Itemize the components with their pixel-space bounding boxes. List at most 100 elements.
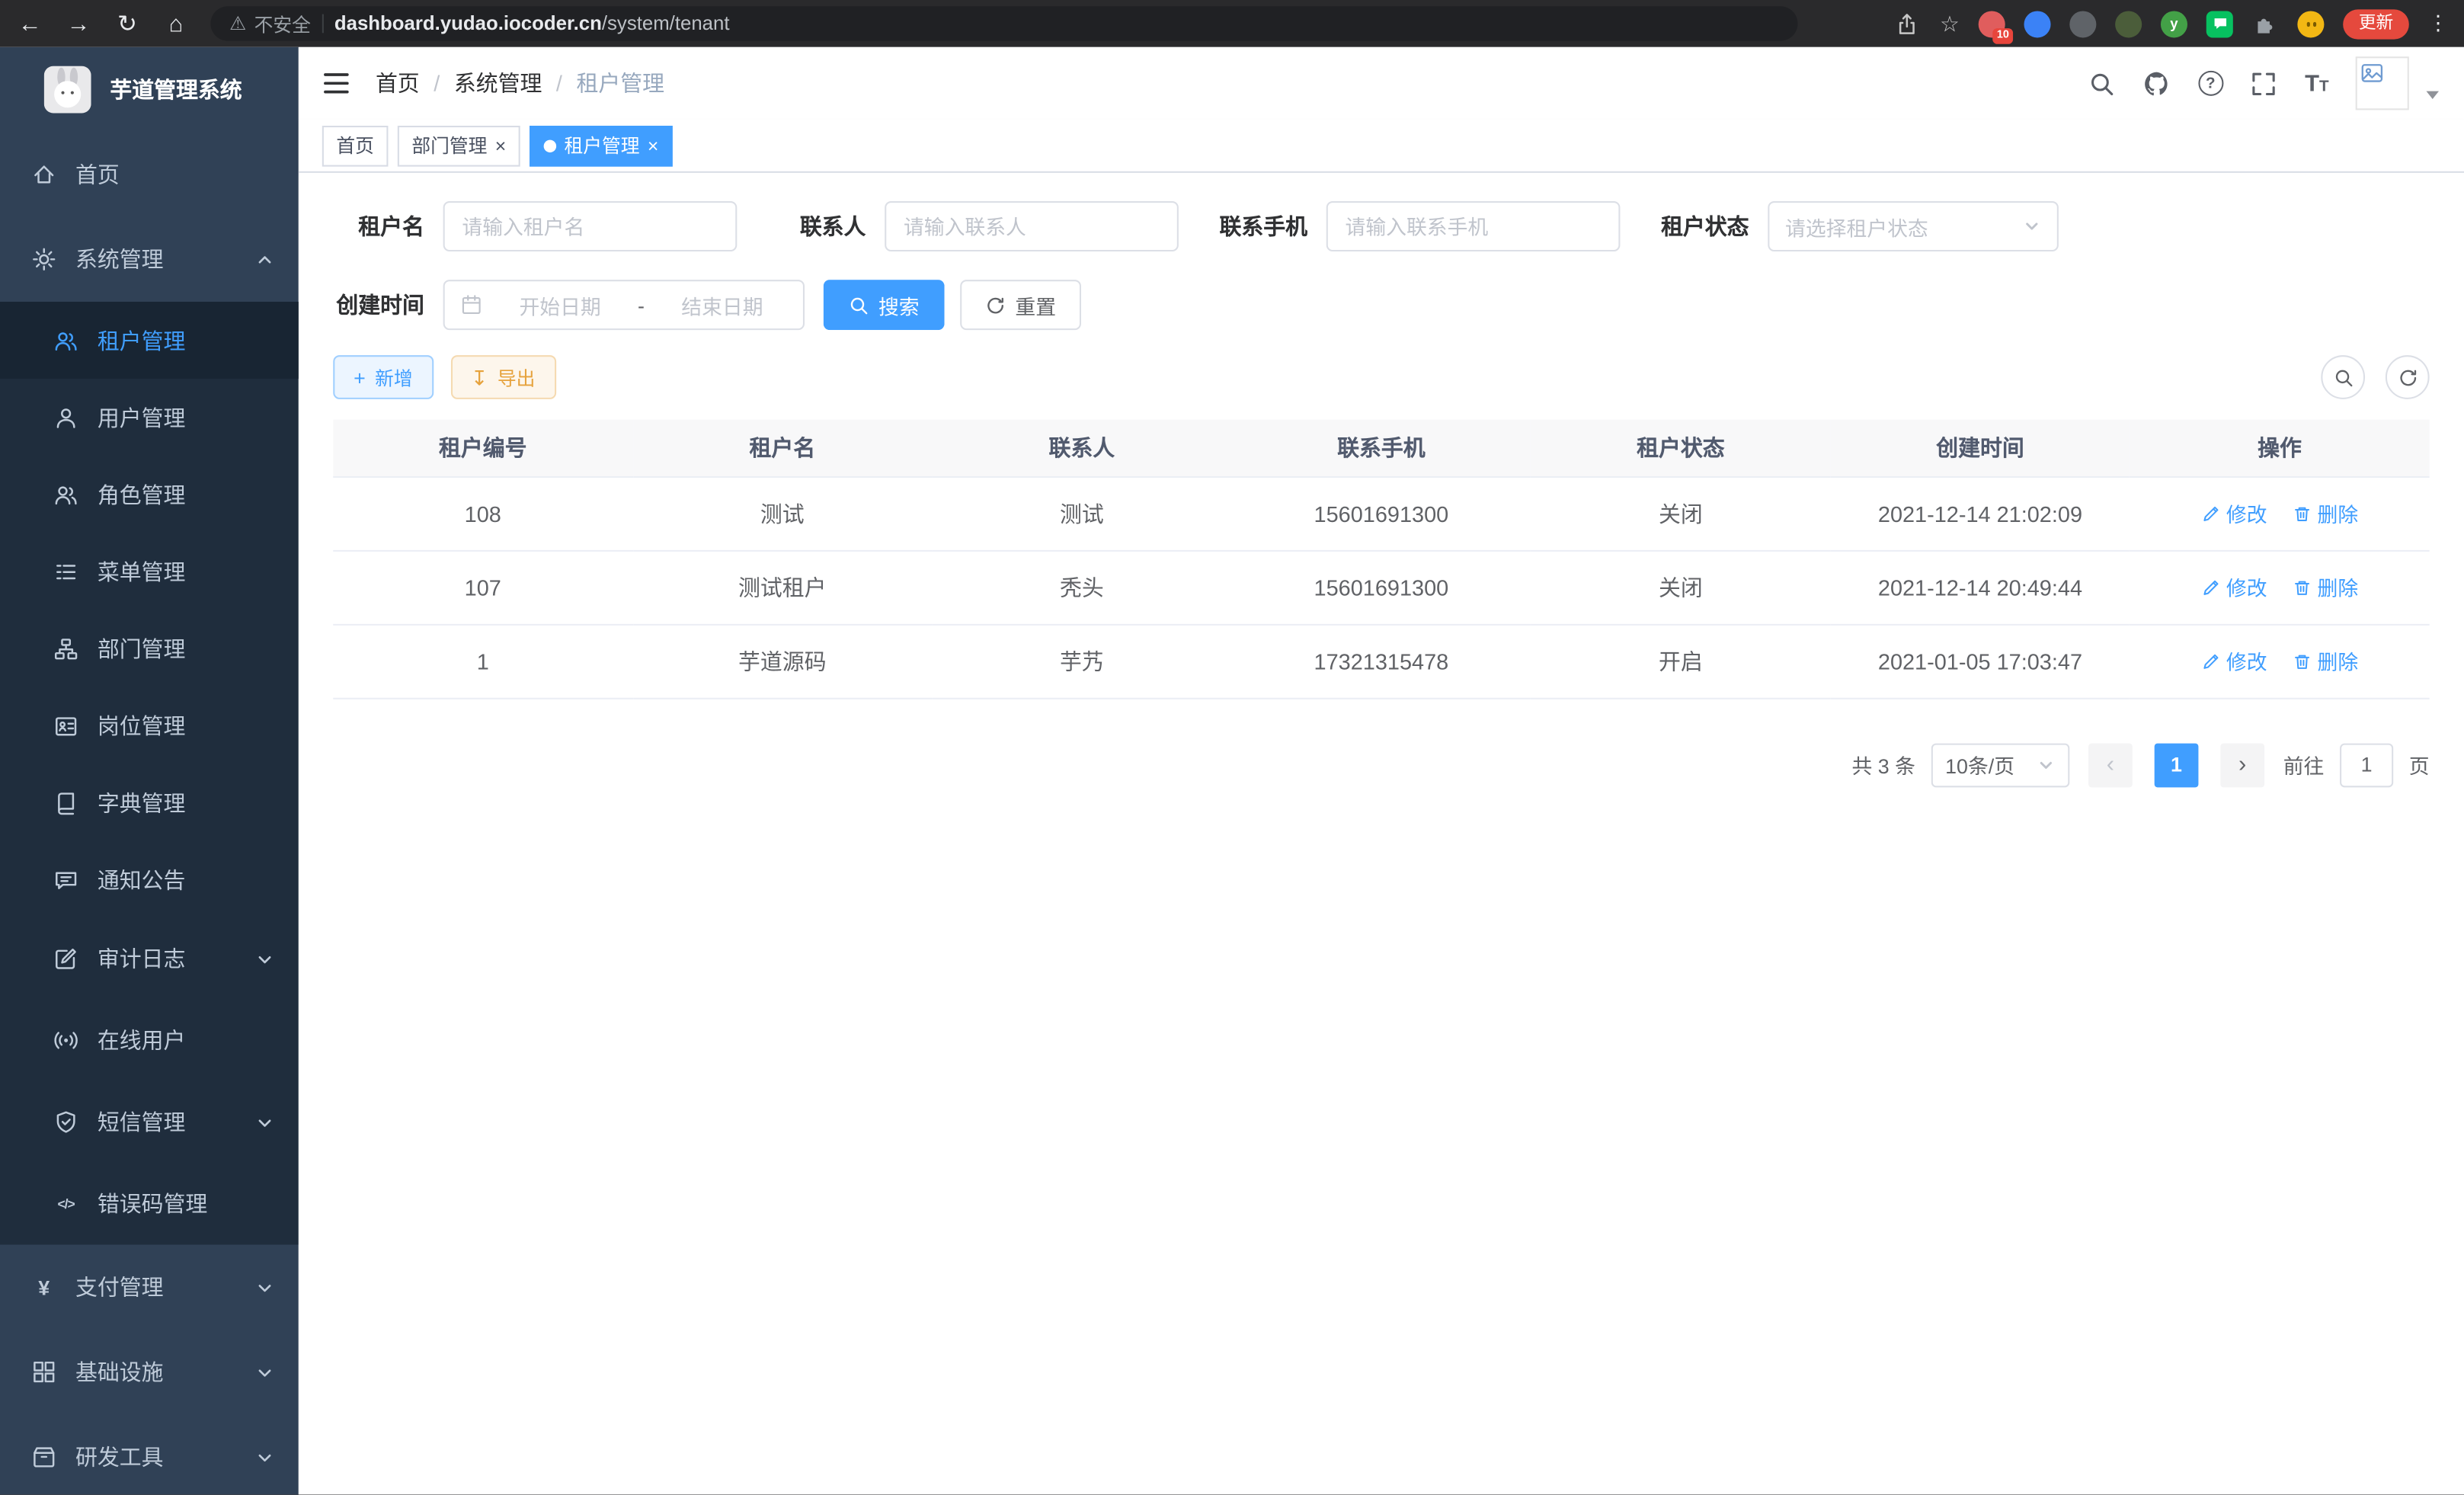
extension-icon-5[interactable]: y bbox=[2161, 10, 2187, 37]
browser-forward-icon[interactable]: → bbox=[65, 11, 93, 35]
tab-label: 首页 bbox=[336, 132, 374, 158]
security-indicator[interactable]: ⚠ 不安全 bbox=[229, 10, 311, 37]
extensions-puzzle-icon[interactable] bbox=[2252, 10, 2279, 37]
sidebar-item-label: 系统管理 bbox=[75, 244, 164, 275]
table-row: 107 测试租户 秃头 15601691300 关闭 2021-12-14 20… bbox=[333, 550, 2429, 624]
navbar-actions: ? TT bbox=[2088, 56, 2439, 110]
reset-button[interactable]: 重置 bbox=[960, 280, 1081, 330]
breadcrumb-system[interactable]: 系统管理 bbox=[454, 68, 542, 99]
filter-contact: 联系人 bbox=[775, 201, 1179, 251]
sidebar-item-infra[interactable]: 基础设施 bbox=[0, 1330, 299, 1414]
contact-label: 联系人 bbox=[775, 210, 866, 242]
sidebar-item-notice[interactable]: 通知公告 bbox=[0, 840, 299, 917]
avatar-caret-icon[interactable] bbox=[2427, 91, 2440, 98]
extension-icon-4[interactable] bbox=[2115, 10, 2142, 37]
sidebar-item-dict[interactable]: 字典管理 bbox=[0, 764, 299, 840]
tenant-name-input[interactable] bbox=[443, 201, 738, 251]
delete-link[interactable]: 删除 bbox=[2293, 646, 2359, 676]
sidebar-item-devtool[interactable]: 研发工具 bbox=[0, 1414, 299, 1494]
sidebar-item-post[interactable]: 岗位管理 bbox=[0, 687, 299, 764]
table-row: 1 芋道源码 芋艿 17321315478 开启 2021-01-05 17:0… bbox=[333, 624, 2429, 698]
help-icon[interactable]: ? bbox=[2198, 71, 2223, 96]
sidebar-item-user[interactable]: 用户管理 bbox=[0, 379, 299, 456]
sidebar-item-tenant[interactable]: 租户管理 bbox=[0, 302, 299, 379]
tab-home[interactable]: 首页 bbox=[322, 125, 389, 166]
browser-menu-icon[interactable]: ⋮ bbox=[2428, 11, 2449, 36]
edit-link[interactable]: 修改 bbox=[2201, 646, 2267, 676]
browser-home-icon[interactable]: ⌂ bbox=[162, 11, 190, 35]
extension-icon-emoji[interactable] bbox=[2297, 10, 2324, 37]
sidebar-item-error-code[interactable]: </> 错误码管理 bbox=[0, 1163, 299, 1244]
cell-contact: 芋艿 bbox=[932, 624, 1231, 698]
table-toolbar: + 新增 ↧ 导出 bbox=[333, 355, 2429, 399]
extension-icon-3[interactable] bbox=[2069, 10, 2096, 37]
app-logo[interactable]: 芋道管理系统 bbox=[0, 47, 299, 132]
sidebar-item-system[interactable]: 系统管理 bbox=[0, 217, 299, 302]
avatar[interactable] bbox=[2356, 56, 2409, 110]
delete-link[interactable]: 删除 bbox=[2293, 498, 2359, 528]
close-icon[interactable]: × bbox=[495, 136, 506, 155]
edit-link[interactable]: 修改 bbox=[2201, 572, 2267, 602]
sidebar-item-audit-log[interactable]: 审计日志 bbox=[0, 918, 299, 1000]
address-bar[interactable]: ⚠ 不安全 dashboard.yudao.iocoder.cn/system/… bbox=[210, 6, 1797, 40]
browser-back-icon[interactable]: ← bbox=[16, 11, 44, 35]
font-size-icon[interactable]: TT bbox=[2305, 72, 2329, 95]
toolbar-right bbox=[2321, 355, 2429, 399]
toggle-search-button[interactable] bbox=[2321, 355, 2365, 399]
page-1-button[interactable]: 1 bbox=[2155, 743, 2199, 787]
next-page-button[interactable]: › bbox=[2220, 743, 2264, 787]
tab-tenant[interactable]: 租户管理 × bbox=[530, 125, 673, 166]
cell-tenant-name: 测试 bbox=[632, 476, 932, 550]
sidebar-item-label: 租户管理 bbox=[98, 325, 186, 356]
breadcrumb-home[interactable]: 首页 bbox=[376, 68, 420, 99]
delete-link[interactable]: 删除 bbox=[2293, 572, 2359, 602]
refresh-table-button[interactable] bbox=[2386, 355, 2430, 399]
mobile-label: 联系手机 bbox=[1216, 210, 1307, 242]
search-icon[interactable] bbox=[2088, 69, 2116, 98]
github-icon[interactable] bbox=[2143, 69, 2171, 98]
share-icon[interactable] bbox=[1894, 10, 1921, 37]
peoples-icon bbox=[53, 482, 78, 507]
fullscreen-icon[interactable] bbox=[2250, 69, 2278, 98]
extension-icon-1[interactable]: 10 bbox=[1979, 10, 2005, 37]
extension-icon-chat[interactable] bbox=[2206, 10, 2233, 37]
org-tree-icon bbox=[53, 635, 78, 661]
url-path: /system/tenant bbox=[602, 13, 730, 35]
chrome-update-button[interactable]: 更新 bbox=[2343, 8, 2409, 38]
search-button[interactable]: 搜索 bbox=[824, 280, 945, 330]
shield-icon bbox=[53, 1109, 78, 1135]
refresh-icon bbox=[2397, 367, 2418, 388]
pencil-icon bbox=[2201, 578, 2220, 597]
tenant-status-select[interactable]: 请选择租户状态 bbox=[1768, 201, 2059, 251]
sidebar-item-dept[interactable]: 部门管理 bbox=[0, 610, 299, 687]
cell-created: 2021-01-05 17:03:47 bbox=[1830, 624, 2130, 698]
sidebar-item-pay[interactable]: ¥ 支付管理 bbox=[0, 1245, 299, 1330]
trash-icon bbox=[2293, 578, 2312, 597]
tab-dept[interactable]: 部门管理 × bbox=[398, 125, 520, 166]
export-button[interactable]: ↧ 导出 bbox=[450, 355, 555, 399]
browser-reload-icon[interactable]: ↻ bbox=[114, 11, 142, 35]
sidebar-item-menu[interactable]: 菜单管理 bbox=[0, 533, 299, 610]
extension-icon-2[interactable] bbox=[2024, 10, 2051, 37]
sidebar-item-online-user[interactable]: 在线用户 bbox=[0, 1000, 299, 1081]
date-separator: - bbox=[638, 293, 645, 317]
delete-label: 删除 bbox=[2318, 498, 2359, 528]
contact-input[interactable] bbox=[885, 201, 1179, 251]
page-size-select[interactable]: 10条/页 bbox=[1931, 743, 2070, 787]
sidebar-item-home[interactable]: 首页 bbox=[0, 132, 299, 216]
cell-mobile: 15601691300 bbox=[1231, 476, 1531, 550]
sidebar-item-role[interactable]: 角色管理 bbox=[0, 456, 299, 533]
create-time-range-picker[interactable]: 开始日期 - 结束日期 bbox=[443, 280, 805, 330]
sidebar-item-label: 角色管理 bbox=[98, 479, 186, 510]
bookmark-star-icon[interactable]: ☆ bbox=[1940, 10, 1960, 37]
close-icon[interactable]: × bbox=[648, 136, 658, 155]
mobile-input[interactable] bbox=[1326, 201, 1621, 251]
goto-page-input[interactable] bbox=[2340, 743, 2393, 787]
filter-row-2: 创建时间 开始日期 - 结束日期 搜索 重置 bbox=[333, 280, 2429, 330]
sidebar-item-sms[interactable]: 短信管理 bbox=[0, 1081, 299, 1163]
prev-page-button[interactable]: ‹ bbox=[2088, 743, 2133, 787]
sidebar-collapse-icon[interactable] bbox=[322, 69, 350, 98]
add-button[interactable]: + 新增 bbox=[333, 355, 433, 399]
book-icon bbox=[53, 789, 78, 815]
edit-link[interactable]: 修改 bbox=[2201, 498, 2267, 528]
